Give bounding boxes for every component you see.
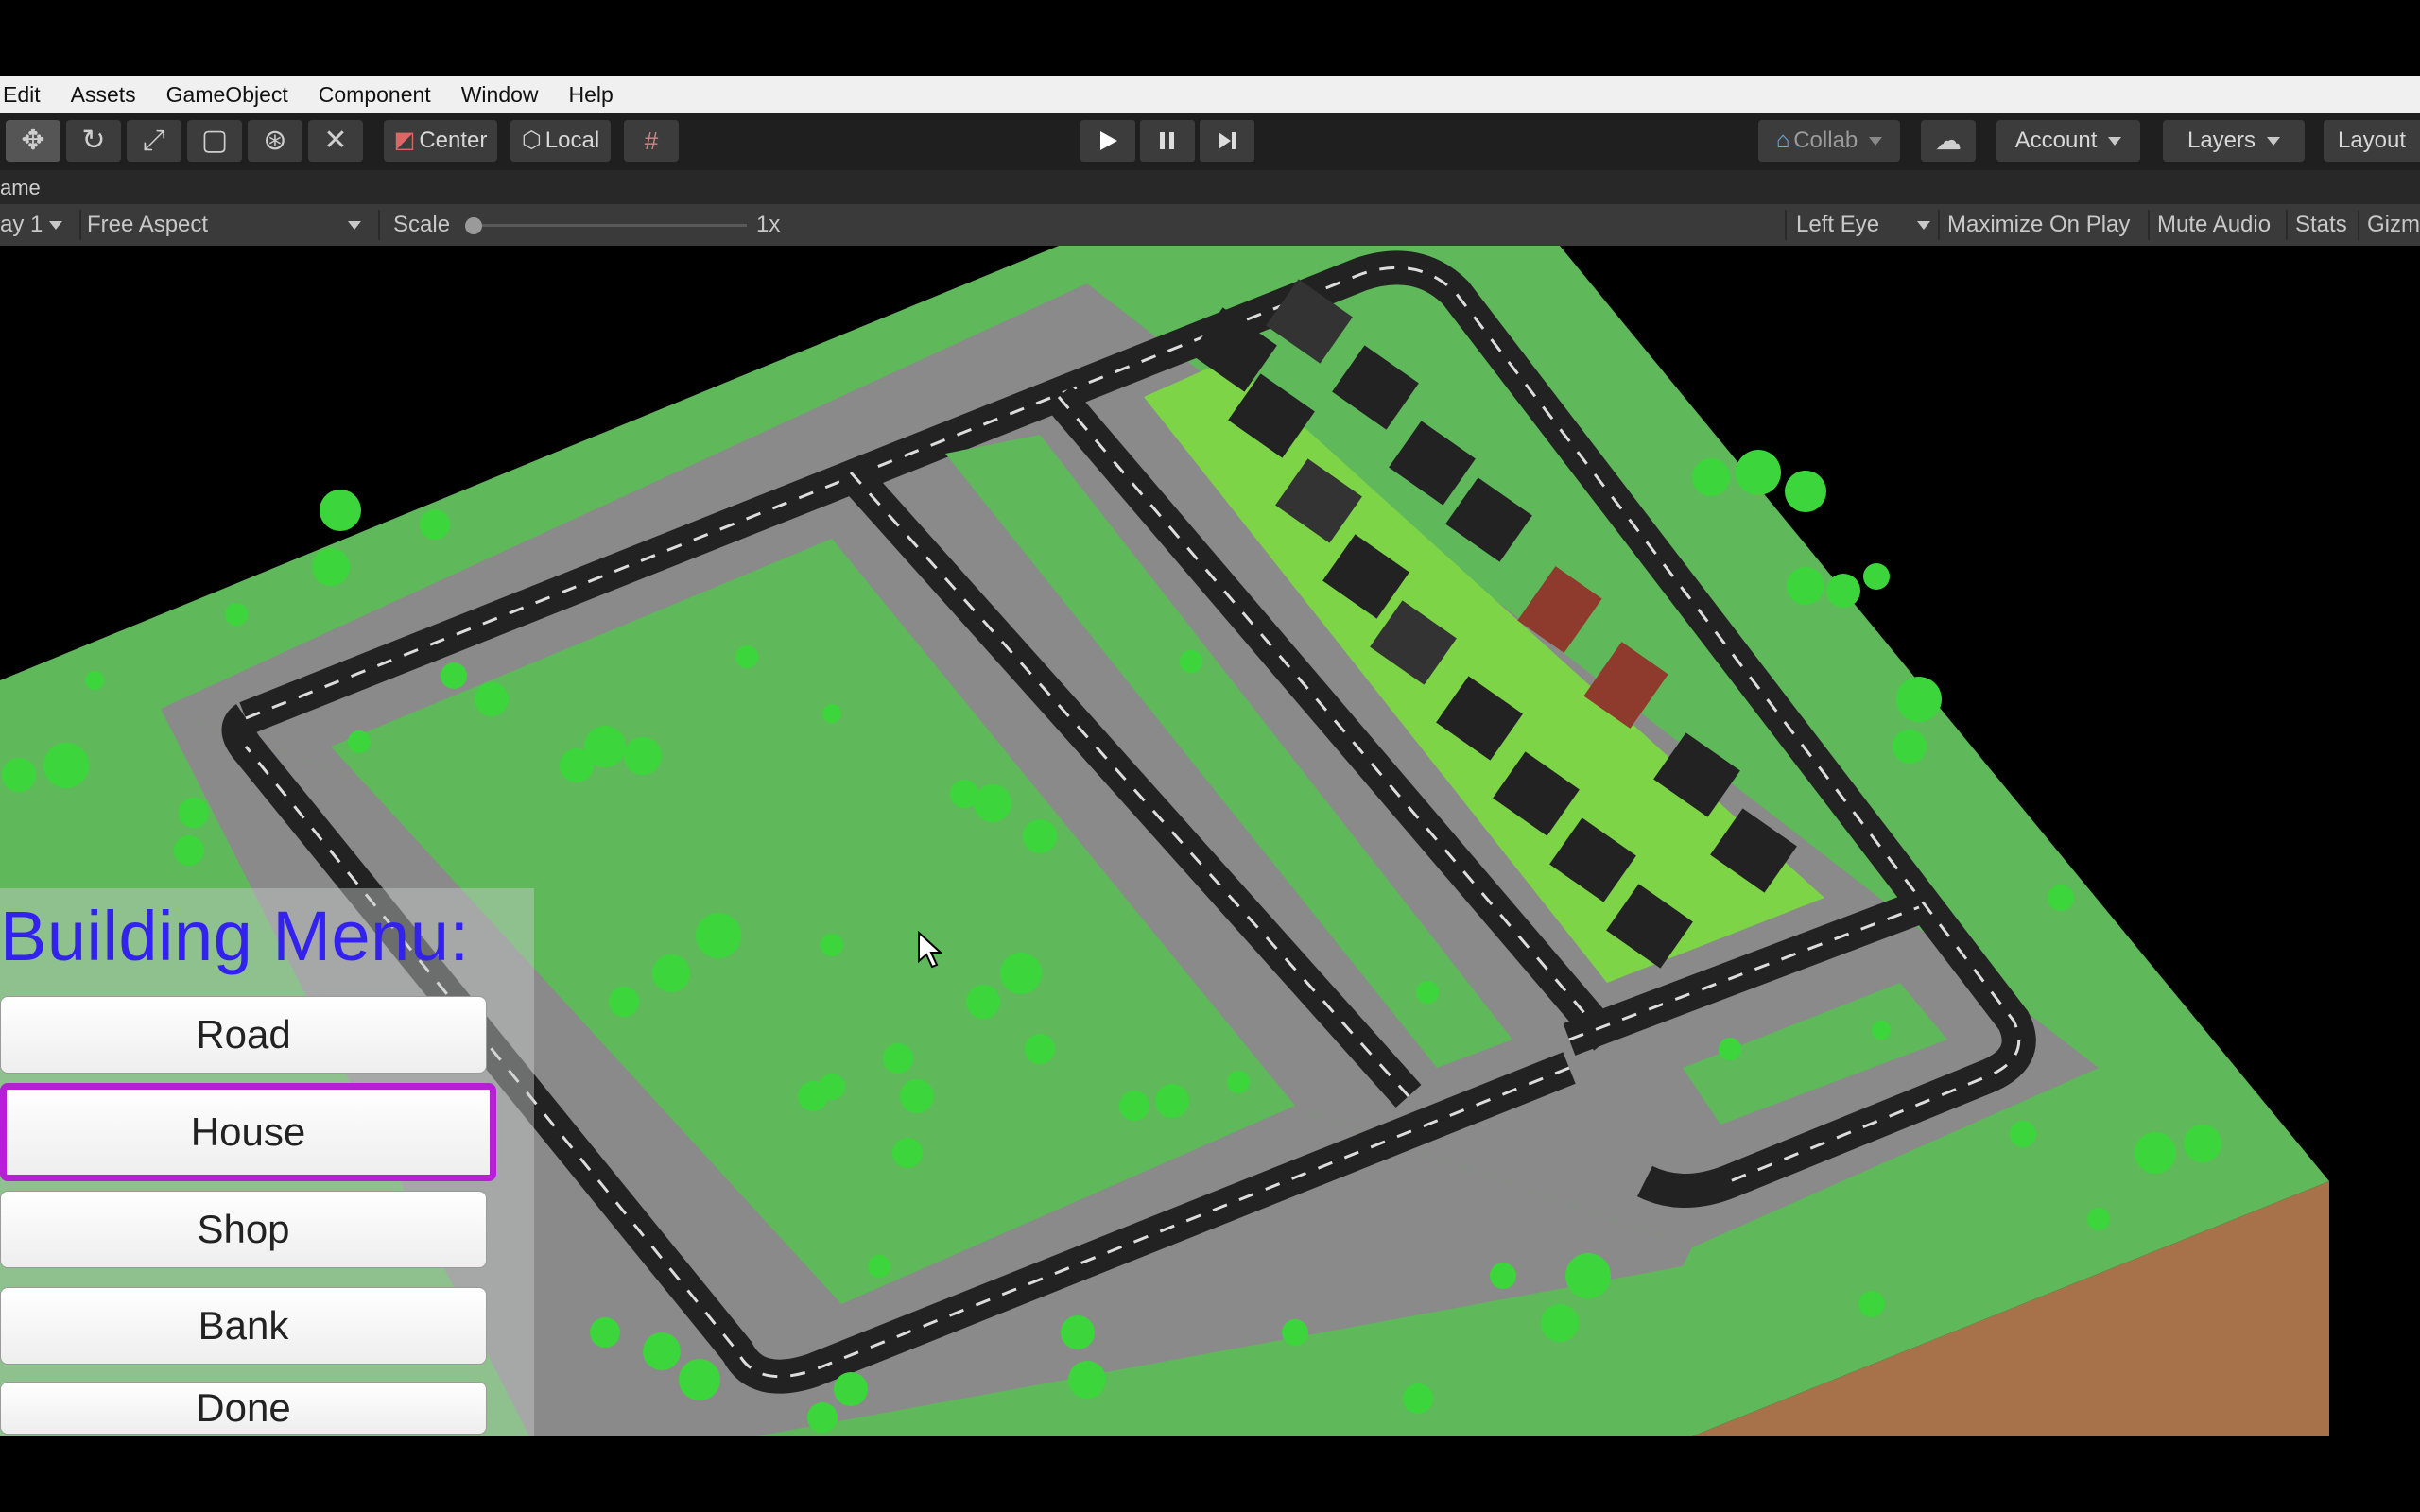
account-label: Account xyxy=(2014,128,2098,153)
rect-tool-button[interactable]: ▢ xyxy=(187,120,242,162)
separator xyxy=(1938,210,1940,240)
layout-dropdown[interactable]: Layout xyxy=(2324,120,2420,162)
shop-button[interactable]: Shop xyxy=(0,1191,487,1268)
bank-button[interactable]: Bank xyxy=(0,1287,487,1365)
scale-icon: ⤢ xyxy=(143,125,165,156)
menu-assets[interactable]: Assets xyxy=(56,76,151,113)
screen-top-border xyxy=(0,0,2420,76)
layers-dropdown[interactable]: Layers xyxy=(2163,120,2305,162)
collab-button[interactable]: ⌂ Collab xyxy=(1758,120,1900,162)
scale-label: Scale xyxy=(393,212,451,237)
road-button[interactable]: Road xyxy=(0,996,487,1074)
menu-edit[interactable]: Edit xyxy=(0,76,56,113)
pause-button[interactable] xyxy=(1140,120,1195,162)
chevron-down-icon xyxy=(49,221,62,230)
chevron-down-icon xyxy=(2108,136,2122,146)
transform-icon: ⊛ xyxy=(263,125,287,156)
separator xyxy=(378,210,380,240)
move-icon: ✥ xyxy=(21,125,45,156)
step-button[interactable] xyxy=(1200,120,1254,162)
layers-label: Layers xyxy=(2187,128,2256,153)
game-tab-row: ame xyxy=(0,170,2420,204)
move-tool-button[interactable]: ✥ xyxy=(6,120,60,162)
separator xyxy=(79,210,81,240)
rotate-icon: ↻ xyxy=(81,125,106,156)
done-button[interactable]: Done xyxy=(0,1382,487,1435)
stats-toggle[interactable]: Stats xyxy=(2295,204,2347,246)
scale-slider-track[interactable] xyxy=(473,224,747,227)
rect-icon: ▢ xyxy=(200,125,229,156)
scale-value: 1x xyxy=(756,212,781,237)
menu-help[interactable]: Help xyxy=(554,76,629,113)
play-button[interactable] xyxy=(1080,120,1135,162)
display-dropdown[interactable]: ay 1 xyxy=(0,204,43,246)
building-menu-title: Building Menu: xyxy=(0,897,470,975)
eye-dropdown[interactable]: Left Eye xyxy=(1796,204,1879,246)
scale-slider-thumb[interactable] xyxy=(465,217,482,234)
play-icon xyxy=(1100,131,1117,150)
tools-icon: ✕ xyxy=(323,125,348,156)
cube-icon: ⬡ xyxy=(521,128,542,153)
chevron-down-icon xyxy=(1869,136,1883,146)
account-dropdown[interactable]: Account xyxy=(1996,120,2140,162)
cloud-button[interactable]: ☁ xyxy=(1921,120,1976,162)
transform-tool-button[interactable]: ⊛ xyxy=(248,120,302,162)
pivot-icon: ◩ xyxy=(393,128,416,153)
collab-label: Collab xyxy=(1793,128,1858,153)
separator xyxy=(2286,210,2288,240)
screen-bottom-border xyxy=(0,1436,2420,1512)
pivot-label: Center xyxy=(419,128,488,153)
menu-component[interactable]: Component xyxy=(303,76,446,113)
menu-window[interactable]: Window xyxy=(446,76,554,113)
pivot-local-button[interactable]: ⬡ Local xyxy=(510,120,611,162)
game-view-toolbar: ay 1 Free Aspect Scale 1x Left Eye Maxim… xyxy=(0,204,2420,246)
menu-bar: Edit Assets GameObject Component Window … xyxy=(0,76,2420,113)
cloud-icon: ☁ xyxy=(1935,126,1962,155)
tab-game[interactable]: ame xyxy=(0,176,41,200)
separator xyxy=(2358,210,2360,240)
custom-tool-button[interactable]: ✕ xyxy=(308,120,363,162)
separator xyxy=(1785,210,1787,240)
mouse-cursor-icon xyxy=(918,931,942,969)
menu-gameobject[interactable]: GameObject xyxy=(151,76,303,113)
pause-icon xyxy=(1160,132,1174,149)
rotate-tool-button[interactable]: ↻ xyxy=(66,120,121,162)
chevron-down-icon xyxy=(1917,221,1930,230)
space-label: Local xyxy=(544,128,600,153)
house-button[interactable]: House xyxy=(0,1083,496,1181)
mute-audio-toggle[interactable]: Mute Audio xyxy=(2157,204,2271,246)
collab-icon: ⌂ xyxy=(1775,128,1790,153)
scale-tool-button[interactable]: ⤢ xyxy=(127,120,182,162)
layout-label: Layout xyxy=(2337,128,2407,153)
grid-snap-button[interactable]: # xyxy=(624,120,679,162)
chevron-down-icon xyxy=(2267,136,2281,146)
gizmos-dropdown[interactable]: Gizm xyxy=(2367,204,2420,246)
aspect-dropdown[interactable]: Free Aspect xyxy=(87,204,208,246)
main-toolbar: ✥ ↻ ⤢ ▢ ⊛ ✕ ◩ Center ⬡ Local # ⌂ Collab … xyxy=(0,113,2420,170)
maximize-on-play-toggle[interactable]: Maximize On Play xyxy=(1947,204,2130,246)
pivot-center-button[interactable]: ◩ Center xyxy=(384,120,497,162)
grid-icon: # xyxy=(644,127,659,155)
building-menu-panel: Building Menu: Road House Shop Bank Done xyxy=(0,888,534,1436)
step-icon xyxy=(1219,132,1236,149)
chevron-down-icon xyxy=(348,221,361,230)
separator xyxy=(2148,210,2150,240)
